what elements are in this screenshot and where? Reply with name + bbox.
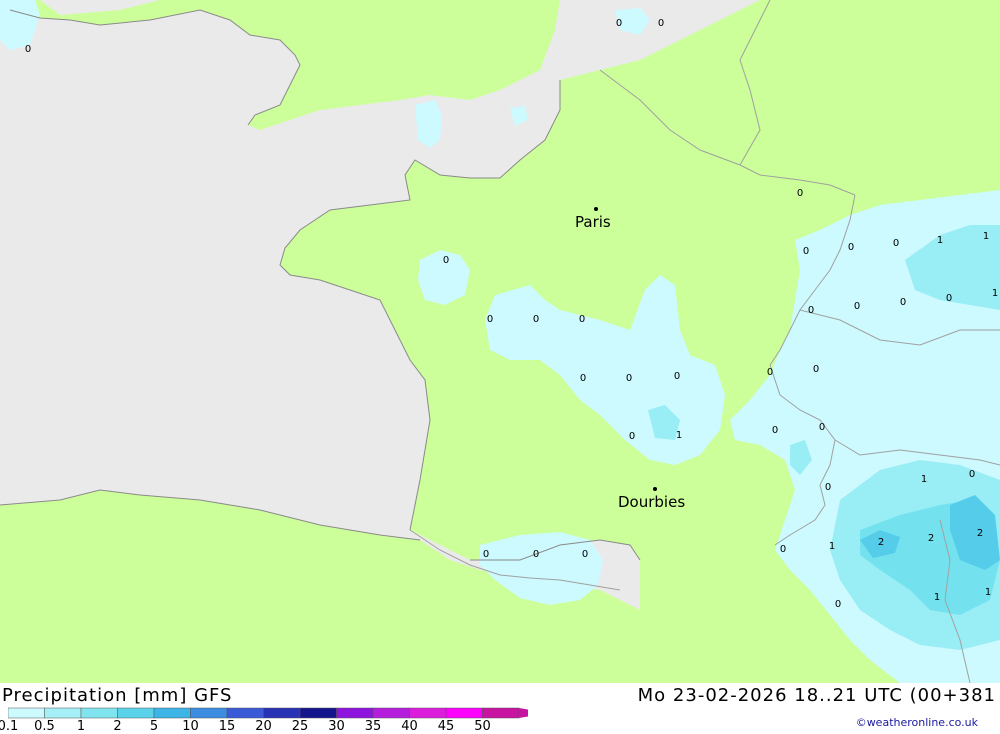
value-label: 2: [977, 528, 983, 539]
legend-swatch: [409, 707, 447, 719]
value-label: 0: [487, 314, 493, 325]
legend-tick-labels: 0.1 0.5 1 2 5 10 15 20 25 30 35 40 45 50: [0, 719, 540, 734]
value-label: 1: [934, 592, 940, 603]
legend-swatch: [8, 707, 45, 719]
legend-tick-label: 0.1: [0, 719, 19, 734]
legend-tick-label: 20: [255, 719, 272, 734]
value-label: 0: [580, 373, 586, 384]
value-label: 0: [629, 431, 635, 442]
legend-swatch: [44, 707, 82, 719]
value-label: 0: [767, 367, 773, 378]
legend-tick-label: 35: [364, 719, 382, 734]
value-label: 0: [848, 242, 854, 253]
value-label: 1: [985, 587, 991, 598]
city-marker-dourbies: [653, 487, 657, 491]
value-label: 0: [854, 301, 860, 312]
legend-swatch: [226, 707, 264, 719]
legend-swatch: [445, 707, 483, 719]
credit-link[interactable]: ©weatheronline.co.uk: [856, 716, 978, 729]
value-label: 0: [626, 373, 632, 384]
value-label: 0: [900, 297, 906, 308]
value-label: 0: [819, 422, 825, 433]
city-label-dourbies: Dourbies: [618, 493, 685, 511]
city-label-paris: Paris: [575, 213, 611, 231]
value-label: 0: [483, 549, 489, 560]
legend-swatch: [263, 707, 301, 719]
valid-time: Mo 23-02-2026 18..21 UTC (00+381: [637, 685, 996, 706]
value-label: 1: [983, 231, 989, 242]
value-label: 0: [658, 18, 664, 29]
legend-color-bar: [8, 707, 528, 719]
legend-swatch: [80, 707, 118, 719]
value-label: 0: [835, 599, 841, 610]
value-label: 0: [616, 18, 622, 29]
value-label: 0: [808, 305, 814, 316]
legend-tick-label: 0.5: [34, 719, 55, 734]
value-label: 0: [969, 469, 975, 480]
value-label: 0: [813, 364, 819, 375]
value-label: 0: [582, 549, 588, 560]
legend-tick-label: 15: [218, 719, 236, 734]
value-label: 1: [992, 288, 998, 299]
value-label: 2: [928, 533, 934, 544]
city-marker-paris: [594, 207, 598, 211]
value-label: 0: [579, 314, 585, 325]
legend-tick-label: 1: [76, 719, 86, 734]
value-label: 0: [946, 293, 952, 304]
precipitation-map: Paris Dourbies 0 0 0 0 0 0 0 0 0 0 0 1 1…: [0, 0, 1000, 683]
legend-tick-label: 2: [113, 719, 122, 734]
legend-tick-label: 10: [182, 719, 199, 734]
value-label: 0: [674, 371, 680, 382]
value-label: 1: [676, 430, 682, 441]
value-label: 0: [803, 246, 809, 257]
map-footer: Precipitation [mm] GFS Mo 23-02-2026 18.…: [0, 683, 1000, 734]
legend-swatch: [299, 707, 337, 719]
value-label: 0: [772, 425, 778, 436]
value-label: 1: [937, 235, 943, 246]
precip-area: [930, 468, 952, 488]
legend-tick-label: 25: [291, 719, 309, 734]
legend-swatch: [190, 707, 228, 719]
legend-swatch: [117, 707, 155, 719]
value-label: 0: [825, 482, 831, 493]
legend-swatch: [372, 707, 410, 719]
value-label: 0: [533, 314, 539, 325]
legend-arrow: [519, 708, 528, 718]
legend-swatch: [153, 707, 191, 719]
value-label: 0: [893, 238, 899, 249]
value-label: 2: [878, 537, 884, 548]
value-label: 0: [780, 544, 786, 555]
legend-tick-label: 45: [437, 719, 455, 734]
legend-swatch: [482, 707, 520, 719]
legend-tick-label: 40: [401, 719, 418, 734]
legend-swatch: [336, 707, 374, 719]
value-label: 0: [443, 255, 449, 266]
map-title: Precipitation [mm] GFS: [2, 685, 233, 706]
value-label: 1: [921, 474, 927, 485]
legend-tick-label: 50: [474, 719, 491, 734]
value-label: 0: [533, 549, 539, 560]
value-label: 0: [25, 44, 31, 55]
legend-tick-label: 30: [328, 719, 345, 734]
legend-tick-label: 5: [149, 719, 159, 734]
value-label: 1: [829, 541, 835, 552]
value-label: 0: [797, 188, 803, 199]
